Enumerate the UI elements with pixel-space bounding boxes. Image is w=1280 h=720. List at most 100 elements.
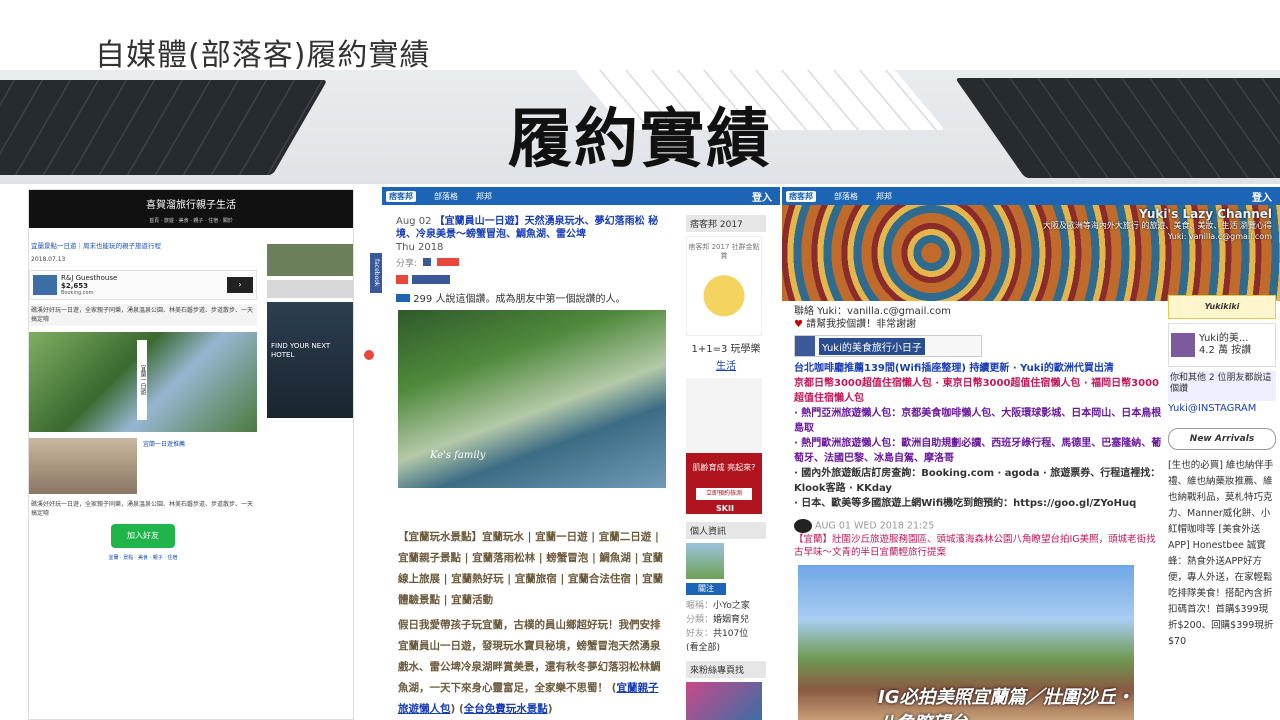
friends-like-line: 你和其他 2 位朋友都說這個讚: [1168, 371, 1276, 401]
page-avatar: [1171, 333, 1195, 357]
post-snippet: 礁溪好好玩一日遊，全家親子同樂，湧泉溫泉公園、林美石磐步道、步道散步、一天搞定唷: [29, 304, 257, 326]
link-water-spots[interactable]: 全台免費玩水景點: [464, 703, 548, 715]
personal-info-head: 個人資訊: [686, 522, 766, 539]
ad-row: 宜蘭一日遊推薦: [29, 438, 257, 494]
channel-sub: 大阪及歐洲等海內外大旅行 的旅遊、美食、美妝、生活 瀏覽心得 Yuki: van…: [1042, 221, 1272, 241]
like-icon: [396, 294, 410, 302]
related-links[interactable]: 宜蘭 · 景點 · 美食 · 親子 · 住宿: [29, 554, 257, 563]
post-heading: AUG 01 WED 2018 21:25 【宜蘭】壯圍沙丘旅遊服務園區、頭城濱…: [794, 519, 1164, 559]
screenshot-blog-2: 痞客邦 部落格 邦邦 登入 Aug 02 【宜蘭員山一日遊】天然湧泉玩水、夢幻落…: [382, 187, 780, 720]
ad2-title[interactable]: 宜蘭一日遊推薦: [141, 438, 187, 494]
photo-watermark: Ke's family: [430, 450, 486, 461]
post-meta: 2018.07.13: [31, 256, 66, 263]
post-title-line: Aug 02 【宜蘭員山一日遊】天然湧泉玩水、夢幻落雨松 秘境、冷泉美景～螃蟹冒…: [396, 215, 676, 241]
guide-links: 台北咖啡廳推薦139間(Wifi插座整理) 持續更新 · Yuki的歐洲代買出清…: [794, 361, 1164, 511]
pixnet-logo-3[interactable]: 痞客邦: [786, 190, 816, 202]
photo-caption: IG必拍美照宜蘭篇／壯圍沙丘・八角瞭望台: [878, 687, 1134, 720]
sidebar-banner-2[interactable]: [267, 280, 353, 298]
fb-like-card[interactable]: Yuki的美... 4.2 萬 按讚: [1168, 323, 1276, 367]
scroll-top-icon[interactable]: [364, 350, 374, 360]
post-body: 礁溪好好玩一日遊，全家親子同樂，湧泉溫泉公園、林美石磐步道、步道散步、一天搞定唷: [31, 501, 254, 517]
fans-head: 來粉絲專頁找: [686, 661, 766, 678]
promo-link[interactable]: 生活: [686, 357, 766, 372]
guide-line-1[interactable]: 台北咖啡廳推薦139間(Wifi插座整理) 持續更新 · Yuki的歐洲代買出清: [794, 361, 1164, 376]
blog-nav[interactable]: 首頁 · 旅遊 · 美食 · 親子 · 住宿 · 關於: [29, 217, 353, 224]
blog-header: 喜賀溜旅行親子生活 首頁 · 旅遊 · 美食 · 親子 · 住宿 · 關於: [29, 190, 353, 228]
screenshot-blog-1: 喜賀溜旅行親子生活 首頁 · 旅遊 · 美食 · 親子 · 住宿 · 關於 宜蘭…: [28, 189, 354, 720]
share-label: 分享:: [396, 259, 418, 269]
share-row: 分享:: [396, 256, 676, 269]
sidebar-banner[interactable]: [267, 244, 353, 276]
thanks-text: ♥ 請幫我按個讚！非常謝謝: [794, 319, 917, 330]
line-add-friend-button[interactable]: 加入好友: [111, 524, 175, 548]
post-photo: Ke's family: [398, 310, 666, 488]
banner-title: 履約實績: [508, 103, 772, 177]
hotel-ad[interactable]: FIND YOUR NEXT HOTEL: [267, 302, 353, 418]
sidebar-logo: Yukikiki: [1168, 295, 1276, 319]
cat-icon: [794, 519, 812, 533]
blog-sidebar: FIND YOUR NEXT HOTEL: [267, 240, 353, 418]
award-badge[interactable]: 痞客邦 2017 社群金點賞: [686, 236, 762, 336]
card-title: Yuki的美...: [1199, 333, 1249, 344]
post-title[interactable]: 【宜蘭員山一日遊】天然湧泉玩水、夢幻落雨松 秘境、冷泉美景～螃蟹冒泡、鯛魚湖、雷…: [396, 216, 658, 240]
channel-banner-text: Yuki's Lazy Channel 大阪及歐洲等海內外大旅行 的旅遊、美食、…: [1032, 207, 1272, 242]
heart-icon: ♥: [794, 319, 803, 330]
skii-ad[interactable]: 肌齡育成 亮起來? 立即預約檢測 SKII: [686, 378, 762, 514]
like-button[interactable]: [412, 275, 450, 284]
guide-line-2[interactable]: 京都日幣3000超值住宿懶人包 · 東京日幣3000超值住宿懶人包 · 福岡日幣…: [794, 376, 1164, 406]
fb-page-name[interactable]: Yuki的美食旅行小日子: [819, 337, 925, 355]
login-button[interactable]: 登入: [752, 189, 772, 204]
ad-arrow-icon[interactable]: ›: [227, 277, 253, 293]
gplus-icon[interactable]: [396, 275, 408, 284]
new-arrivals-text[interactable]: [生也的必買] 維也納伴手禮、維也納藥妝推薦、維也納戰利品，莫札特巧克力、Man…: [1168, 458, 1276, 650]
instagram-link[interactable]: Yuki@INSTAGRAM: [1168, 403, 1276, 414]
ad-price: $2,653: [61, 282, 89, 290]
guide-line-6[interactable]: · 日本、歐美等多國旅遊上網Wifi機吃到飽預約：https://goo.gl/…: [794, 496, 1164, 511]
ad-hotel-name: R&J Guesthouse: [61, 274, 118, 282]
post-title[interactable]: 【宜蘭】壯圍沙丘旅遊服務園區、頭城濱海森林公園八角瞭望台拍IG美照，頭城老街找古…: [794, 534, 1156, 558]
like-count: 299 人說這個讚。成為朋友中第一個說讚的人。: [396, 290, 676, 305]
pixnet-top-bar: 痞客邦 部落格 邦邦 登入: [382, 187, 780, 205]
promo-text[interactable]: 1+1=3 玩學樂: [686, 340, 766, 355]
social-row: [396, 275, 676, 284]
facebook-share-icon[interactable]: [422, 258, 431, 266]
blog-title: 喜賀溜旅行親子生活: [146, 200, 236, 211]
share-button[interactable]: [436, 258, 459, 266]
fb-page-avatar: [795, 336, 815, 356]
skii-logo: SKII: [716, 504, 734, 513]
fans-banner[interactable]: [686, 682, 762, 720]
booking-ad[interactable]: R&J Guesthouse $2,653 Booking.com ›: [29, 270, 257, 300]
blog-main: 宜蘭景點一日遊｜周末也能玩的親子旅遊行程 2018.07.13 R&J Gues…: [29, 240, 257, 563]
guide-line-3[interactable]: · 熱門亞洲旅遊懶人包：京都美食咖啡懶人包、大阪環球影城、日本岡山、日本鳥根島取: [794, 406, 1164, 436]
post-photo: 宜蘭一日遊: [29, 332, 257, 432]
avatar[interactable]: [686, 543, 724, 579]
nav-blog[interactable]: 部落格: [434, 191, 458, 202]
sidebar-head: 痞客邦 2017: [686, 215, 766, 232]
slide-title: 自媒體(部落客)履約實績: [95, 38, 431, 73]
channel-banner: Yuki's Lazy Channel 大阪及歐洲等海內外大旅行 的旅遊、美食、…: [782, 205, 1280, 301]
personal-info: 暱稱：小Yo之家 分類：婚姻育兒 好友：共107位 (看全部): [686, 601, 750, 653]
post-title[interactable]: 宜蘭景點一日遊｜周末也能玩的親子旅遊行程: [29, 240, 257, 253]
post-tags: 【宜蘭玩水景點】宜蘭玩水 | 宜蘭一日遊 | 宜蘭二日遊 | 宜蘭親子景點 | …: [398, 531, 664, 606]
fb-page-widget[interactable]: Yuki的美食旅行小日子: [794, 335, 982, 357]
skii-ad-button[interactable]: 立即預約檢測: [696, 488, 752, 500]
follow-button[interactable]: 關注: [686, 583, 726, 595]
login-button-3[interactable]: 登入: [1252, 189, 1272, 204]
channel-name: Yuki's Lazy Channel: [1139, 207, 1272, 221]
pixnet-logo[interactable]: 痞客邦: [386, 190, 416, 202]
nav-blog-3[interactable]: 部落格: [834, 191, 858, 202]
pixnet-sidebar: 痞客邦 2017 痞客邦 2017 社群金點賞 1+1=3 玩學樂 生活 肌齡育…: [686, 215, 766, 720]
post-area: 聯絡 Yuki：vanilla.c@gmail.com ♥ 請幫我按個讚！非常謝…: [794, 305, 1164, 720]
nav-bangbang[interactable]: 邦邦: [476, 191, 492, 202]
ad-photo: [29, 438, 137, 494]
post-year: Thu 2018: [396, 242, 444, 253]
new-arrivals-head: New Arrivals: [1168, 428, 1276, 450]
photo-caption: 宜蘭一日遊: [137, 340, 147, 420]
nav-bangbang-3[interactable]: 邦邦: [876, 191, 892, 202]
facebook-tab[interactable]: facebook: [370, 253, 382, 293]
guide-line-4[interactable]: · 熱門歐洲旅遊懶人包：歐洲自助規劃必讀、西班牙綠行程、馬德里、巴塞隆納、葡萄牙…: [794, 436, 1164, 466]
post-date: AUG 01 WED 2018 21:25: [815, 520, 935, 532]
hotel-thumbnail: [33, 275, 57, 295]
contact-email: 聯絡 Yuki：vanilla.c@gmail.com: [794, 306, 951, 317]
guide-line-5[interactable]: · 國內外旅遊飯店訂房查詢：Booking.com · agoda · 旅遊票券…: [794, 466, 1164, 496]
